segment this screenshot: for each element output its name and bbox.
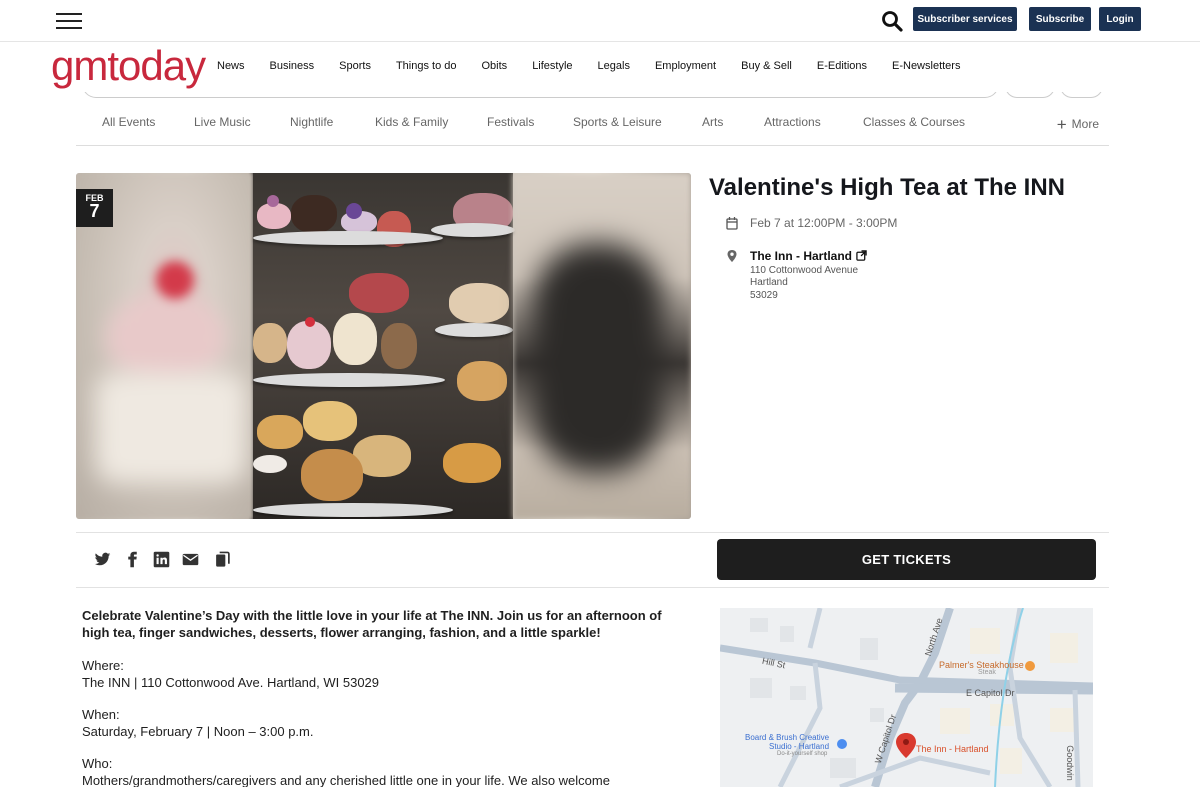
date-badge: FEB 7 xyxy=(76,189,113,227)
main-nav: News Business Sports Things to do Obits … xyxy=(217,60,985,72)
venue-link[interactable]: The Inn - Hartland xyxy=(750,249,867,263)
hamburger-icon[interactable] xyxy=(56,13,82,29)
event-title: Valentine's High Tea at The INN xyxy=(709,174,1066,201)
subscribe-button[interactable]: Subscribe xyxy=(1029,7,1091,31)
divider xyxy=(76,587,1109,588)
site-logo[interactable]: gmtoday xyxy=(51,42,206,90)
nav-business[interactable]: Business xyxy=(270,60,315,72)
map-street-label: E Capitol Dr xyxy=(966,688,1015,698)
venue-name: The Inn - Hartland xyxy=(750,249,852,263)
tab-attractions[interactable]: Attractions xyxy=(764,115,821,129)
where-value: The INN | 110 Cottonwood Ave. Hartland, … xyxy=(82,675,380,690)
tab-all-events[interactable]: All Events xyxy=(102,115,155,129)
venue-address-city: Hartland xyxy=(750,277,788,288)
event-image xyxy=(76,173,691,519)
map-poi-board-type: Do-it-yourself shop xyxy=(777,751,828,757)
where-label: Where: xyxy=(82,658,124,673)
more-categories-button[interactable]: + More xyxy=(1057,115,1099,135)
venue-address-line1: 110 Cottonwood Avenue xyxy=(750,265,859,276)
site-header: gmtoday News Business Sports Things to d… xyxy=(44,42,1141,92)
when-label: When: xyxy=(82,707,120,722)
nav-employment[interactable]: Employment xyxy=(655,60,716,72)
event-datetime-text: Feb 7 at 12:00PM - 3:00PM xyxy=(750,216,898,230)
where-block: Where: The INN | 110 Cottonwood Ave. Har… xyxy=(82,657,692,691)
venue-address-zip: 53029 xyxy=(750,290,778,301)
get-tickets-button[interactable]: GET TICKETS xyxy=(717,539,1096,580)
map-pin-icon xyxy=(896,733,916,758)
twitter-icon[interactable] xyxy=(94,551,111,568)
more-label: More xyxy=(1071,117,1099,131)
tab-festivals[interactable]: Festivals xyxy=(487,115,534,129)
nav-buy-sell[interactable]: Buy & Sell xyxy=(741,60,792,72)
map-poi-board-line2: Studio - Hartland xyxy=(769,742,830,751)
tab-nightlife[interactable]: Nightlife xyxy=(290,115,333,129)
search-icon[interactable] xyxy=(880,9,904,33)
email-icon[interactable] xyxy=(181,551,200,568)
nav-legals[interactable]: Legals xyxy=(598,60,630,72)
copy-icon[interactable] xyxy=(214,551,231,568)
login-button[interactable]: Login xyxy=(1099,7,1141,31)
event-description: Celebrate Valentine’s Day with the littl… xyxy=(82,607,692,787)
linkedin-icon[interactable] xyxy=(153,551,170,568)
tab-kids-family[interactable]: Kids & Family xyxy=(375,115,448,129)
subscriber-services-button[interactable]: Subscriber services xyxy=(913,7,1017,31)
date-badge-day: 7 xyxy=(89,201,100,221)
when-block: When: Saturday, February 7 | Noon – 3:00… xyxy=(82,706,692,740)
nav-lifestyle[interactable]: Lifestyle xyxy=(532,60,572,72)
venue-map[interactable]: Hill St North Ave E Capitol Dr W Capitol… xyxy=(720,608,1093,787)
when-value: Saturday, February 7 | Noon – 3:00 p.m. xyxy=(82,724,314,739)
tab-live-music[interactable]: Live Music xyxy=(194,115,251,129)
nav-e-editions[interactable]: E-Editions xyxy=(817,60,867,72)
map-pin-label: The Inn - Hartland xyxy=(916,744,989,754)
who-block: Who: Mothers/grandmothers/caregivers and… xyxy=(82,755,692,787)
tab-classes-courses[interactable]: Classes & Courses xyxy=(863,115,965,129)
nav-obits[interactable]: Obits xyxy=(482,60,508,72)
map-street-label: Goodwin xyxy=(1064,745,1075,781)
location-pin-icon xyxy=(727,250,737,262)
divider xyxy=(76,532,1109,533)
map-poi-steakhouse-type: Steak xyxy=(978,669,996,676)
map-poi-board[interactable]: Board & Brush Creative xyxy=(745,733,829,742)
top-bar: Subscriber services Subscribe Login xyxy=(0,0,1200,42)
external-link-icon[interactable] xyxy=(856,250,867,261)
who-label: Who: xyxy=(82,756,113,771)
nav-news[interactable]: News xyxy=(217,60,245,72)
tab-arts[interactable]: Arts xyxy=(702,115,723,129)
nav-sports[interactable]: Sports xyxy=(339,60,371,72)
plus-icon: + xyxy=(1056,115,1067,134)
map-canvas[interactable] xyxy=(720,608,1093,787)
description-lead: Celebrate Valentine’s Day with the littl… xyxy=(82,608,662,640)
nav-e-newsletters[interactable]: E-Newsletters xyxy=(892,60,960,72)
nav-things-to-do[interactable]: Things to do xyxy=(396,60,457,72)
category-tabs: All Events Live Music Nightlife Kids & F… xyxy=(76,108,1109,146)
calendar-icon xyxy=(726,217,738,230)
tab-sports-leisure[interactable]: Sports & Leisure xyxy=(573,115,662,129)
who-value: Mothers/grandmothers/caregivers and any … xyxy=(82,773,610,787)
facebook-icon[interactable] xyxy=(124,551,141,568)
